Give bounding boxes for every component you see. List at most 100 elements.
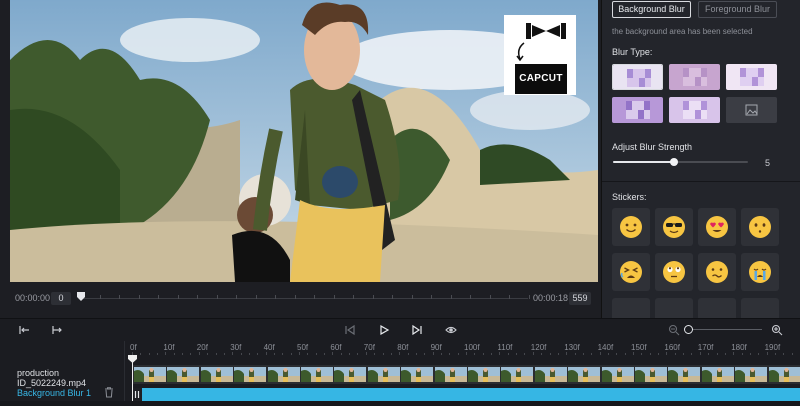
scrub-tick (392, 295, 393, 299)
smile-emoji-icon (620, 216, 642, 238)
ruler-tick (457, 353, 459, 355)
sticker-more[interactable] (655, 298, 693, 318)
time-ruler[interactable]: 0f 10f 20f 30f 40f 50f 60f 70f 80f 90f 100f 110f 120… (125, 341, 800, 355)
scrub-tick (158, 295, 159, 299)
ruler-label: 80f (397, 343, 409, 352)
ruler-tick (607, 353, 609, 355)
custom-image-blur-button[interactable] (726, 97, 777, 123)
video-preview[interactable]: CAPCUT (10, 0, 598, 282)
ruler-tick (232, 352, 234, 355)
current-time: 00:00:00 (15, 293, 51, 303)
blur-type-option[interactable] (669, 64, 720, 90)
ruler-label: 60f (330, 343, 342, 352)
zoom-slider[interactable] (688, 329, 762, 330)
split-right-icon[interactable] (51, 324, 63, 336)
sticker-crying-emoji[interactable] (741, 253, 779, 291)
panel-divider (602, 181, 800, 182)
scrub-tick (431, 295, 432, 299)
ruler-tick (733, 352, 735, 355)
skip-forward-icon[interactable] (411, 324, 423, 336)
ruler-tick (683, 353, 685, 355)
ruler-tick (223, 353, 225, 355)
zoom-out-icon[interactable] (668, 324, 680, 336)
ruler-label: 180f (731, 343, 747, 352)
ruler-tick (340, 353, 342, 355)
ruler-tick (582, 353, 584, 355)
video-clip[interactable] (132, 365, 800, 384)
blur-type-grid (612, 64, 778, 124)
blur-type-option[interactable] (669, 97, 720, 123)
blur-strength-label: Adjust Blur Strength (612, 142, 693, 152)
ruler-tick (741, 353, 743, 355)
blur-clip-handle[interactable] (132, 388, 142, 401)
ruler-tick (749, 353, 751, 355)
split-left-icon[interactable] (18, 324, 30, 336)
sticker-smile-emoji[interactable] (612, 208, 650, 246)
blur-track-name[interactable]: Background Blur 1 (17, 388, 91, 398)
ruler-tick (165, 352, 167, 355)
clip-thumbnail (501, 367, 534, 382)
playhead-handle[interactable] (128, 355, 137, 363)
ruler-tick (273, 353, 275, 355)
sticker-more[interactable] (698, 298, 736, 318)
sticker-heart-eyes-emoji[interactable] (698, 208, 736, 246)
ruler-tick (691, 353, 693, 355)
clip-thumbnail (134, 367, 166, 382)
background-blur-tab[interactable]: Background Blur (612, 1, 691, 18)
ruler-tick (716, 353, 718, 355)
foreground-blur-tab[interactable]: Foreground Blur (698, 1, 777, 18)
blur-type-option[interactable] (612, 97, 663, 123)
ruler-tick (699, 352, 701, 355)
clip-thumbnail (701, 367, 734, 382)
ruler-tick (248, 353, 250, 355)
current-frame-field[interactable]: 0 (51, 292, 71, 305)
zoom-knob[interactable] (684, 325, 693, 334)
blur-strength-knob[interactable] (669, 158, 678, 166)
ruler-tick (424, 353, 426, 355)
sticker-more[interactable] (612, 298, 650, 318)
sticker-rolling-eyes-emoji[interactable] (655, 253, 693, 291)
blur-preview-icon (613, 65, 662, 89)
ruler-label: 20f (196, 343, 208, 352)
ruler-tick (574, 353, 576, 355)
zoom-in-icon[interactable] (771, 324, 783, 336)
ruler-tick (507, 353, 509, 355)
scrub-tick (275, 295, 276, 299)
blur-type-option[interactable] (726, 64, 777, 90)
ruler-tick (532, 352, 534, 355)
scrub-track[interactable] (80, 298, 528, 299)
capcut-logo: CAPCUT (504, 15, 576, 95)
rolling-eyes-emoji-icon (663, 261, 685, 283)
trash-icon[interactable] (104, 387, 114, 398)
blur-type-option[interactable] (612, 64, 663, 90)
total-frames-field[interactable]: 559 (569, 292, 591, 305)
clip-thumbnail (568, 367, 601, 382)
ruler-tick (482, 353, 484, 355)
scrub-handle[interactable] (77, 292, 85, 302)
ruler-tick (566, 352, 568, 355)
sticker-more[interactable] (741, 298, 779, 318)
sticker-tired-emoji[interactable] (612, 253, 650, 291)
editor-window: CAPCUT 00:00:00 0 00:00:18 559 Backgroun… (0, 0, 800, 401)
blur-type-label: Blur Type: (612, 47, 653, 57)
sticker-neutral-emoji[interactable] (741, 208, 779, 246)
clip-thumbnail (635, 367, 667, 382)
clip-thumbnail (668, 367, 701, 382)
skip-back-icon[interactable] (344, 324, 356, 336)
blur-strength-fill (613, 161, 674, 163)
play-icon[interactable] (378, 324, 390, 336)
eye-icon[interactable] (445, 324, 457, 336)
ruler-label: 50f (297, 343, 309, 352)
ruler-tick (591, 353, 593, 355)
scrub-tick (489, 295, 491, 299)
blur-strength-slider[interactable] (613, 158, 748, 166)
sticker-sunglasses-emoji[interactable] (655, 208, 693, 246)
sticker-grimace-emoji[interactable] (698, 253, 736, 291)
ruler-tick (390, 353, 392, 355)
blur-effect-clip[interactable] (142, 388, 800, 401)
ruler-tick (349, 353, 351, 355)
ruler-tick (357, 353, 359, 355)
clip-thumbnail (401, 367, 434, 382)
clip-thumbnail (434, 367, 467, 382)
preview-area: CAPCUT 00:00:00 0 00:00:18 559 (0, 0, 601, 318)
